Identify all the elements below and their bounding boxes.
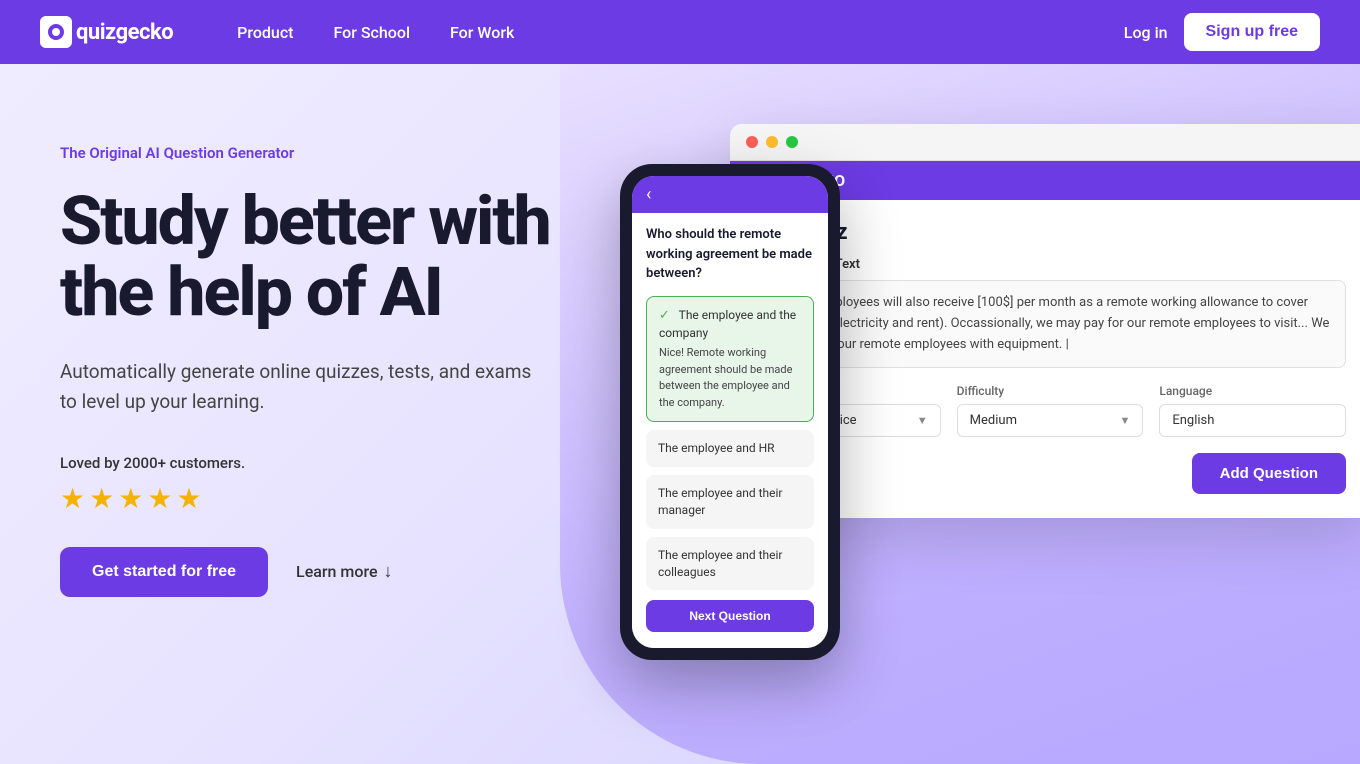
difficulty-arrow-icon: ▼: [1119, 414, 1130, 427]
nav-links: Product For School For Work: [221, 15, 1124, 50]
desktop-titlebar: [730, 124, 1360, 161]
difficulty-group: Difficulty Medium ▼: [957, 384, 1144, 437]
mobile-inner: ‹ Who should the remote working agreemen…: [632, 176, 828, 648]
logo-icon: [40, 16, 72, 48]
star-2: ★: [89, 482, 114, 515]
hero-title-line2: the help of AI: [60, 252, 442, 332]
language-display[interactable]: English: [1159, 404, 1346, 437]
mobile-question-text: Who should the remote working agreement …: [646, 225, 814, 284]
hero-content: The Original AI Question Generator Study…: [0, 64, 610, 657]
nav-for-school[interactable]: For School: [318, 15, 427, 50]
arrow-down-icon: ↓: [384, 561, 393, 582]
mobile-question-card: Who should the remote working agreement …: [632, 213, 828, 648]
signup-button[interactable]: Sign up free: [1184, 13, 1320, 51]
checkmark-icon: ✓: [659, 308, 670, 323]
add-question-button[interactable]: Add Question: [1192, 453, 1346, 494]
paste-text-area[interactable]: Remote employees will also receive [100$…: [754, 280, 1346, 368]
star-3: ★: [118, 482, 143, 515]
star-rating: ★ ★ ★ ★ ★: [60, 482, 550, 515]
hero-visuals: QUIZGECKO New Quiz Copy & Paste Text Rem…: [580, 104, 1360, 764]
hero-cta: Get started for free Learn more ↓: [60, 547, 550, 597]
mobile-back-icon[interactable]: ‹: [646, 184, 651, 205]
hero-subtitle: Automatically generate online quizzes, t…: [60, 357, 540, 418]
logo-svg: [46, 22, 66, 42]
question-type-arrow-icon: ▼: [917, 414, 928, 427]
star-1: ★: [60, 482, 85, 515]
logo[interactable]: quizgecko: [40, 16, 173, 48]
hero-title: Study better with the help of AI: [60, 186, 550, 329]
learn-more-link[interactable]: Learn more ↓: [296, 561, 392, 582]
login-link[interactable]: Log in: [1124, 23, 1168, 42]
mobile-option-1[interactable]: The employee and HR: [646, 430, 814, 467]
mobile-option-0[interactable]: ✓ The employee and the company Nice! Rem…: [646, 296, 814, 423]
mobile-option-0-text: The employee and the company: [659, 308, 796, 340]
get-started-button[interactable]: Get started for free: [60, 547, 268, 597]
difficulty-select[interactable]: Medium ▼: [957, 404, 1144, 437]
hero-social-proof: Loved by 2000+ customers. ★ ★ ★ ★ ★: [60, 454, 550, 515]
hero-title-line1: Study better with: [60, 181, 550, 261]
quiz-controls: Question Type Multiple Choice ▼ Difficul…: [754, 384, 1346, 437]
titlebar-dot-green: [786, 136, 798, 148]
hero-tag: The Original AI Question Generator: [60, 144, 550, 162]
language-group: Language English: [1159, 384, 1346, 437]
titlebar-dot-yellow: [766, 136, 778, 148]
mobile-options-list: ✓ The employee and the company Nice! Rem…: [646, 296, 814, 591]
mobile-mockup: ‹ Who should the remote working agreemen…: [620, 164, 840, 660]
titlebar-dot-red: [746, 136, 758, 148]
mobile-option-2-text: The employee and their manager: [658, 486, 783, 517]
nav-for-work[interactable]: For Work: [434, 15, 530, 50]
mobile-option-2[interactable]: The employee and their manager: [646, 475, 814, 529]
social-proof-text: Loved by 2000+ customers.: [60, 454, 550, 472]
language-label: Language: [1159, 384, 1346, 398]
star-5: ★: [176, 482, 201, 515]
nav-right: Log in Sign up free: [1124, 13, 1320, 51]
mobile-option-3[interactable]: The employee and their colleagues: [646, 537, 814, 591]
mobile-option-0-answer: Nice! Remote working agreement should be…: [659, 345, 801, 411]
learn-more-label: Learn more: [296, 562, 377, 581]
nav-product[interactable]: Product: [221, 15, 309, 50]
mobile-top-bar: ‹: [632, 176, 828, 213]
hero-section: The Original AI Question Generator Study…: [0, 64, 1360, 764]
difficulty-label: Difficulty: [957, 384, 1144, 398]
star-4: ★: [147, 482, 172, 515]
language-value: English: [1172, 413, 1214, 428]
mobile-option-3-text: The employee and their colleagues: [658, 548, 783, 579]
mobile-next-button[interactable]: Next Question: [646, 600, 814, 632]
logo-text: quizgecko: [76, 20, 173, 45]
mobile-option-1-text: The employee and HR: [658, 441, 775, 455]
quiz-title: New Quiz: [754, 220, 1346, 245]
difficulty-value: Medium: [970, 413, 1017, 428]
navbar: quizgecko Product For School For Work Lo…: [0, 0, 1360, 64]
paste-label: Copy & Paste Text: [754, 257, 1346, 272]
